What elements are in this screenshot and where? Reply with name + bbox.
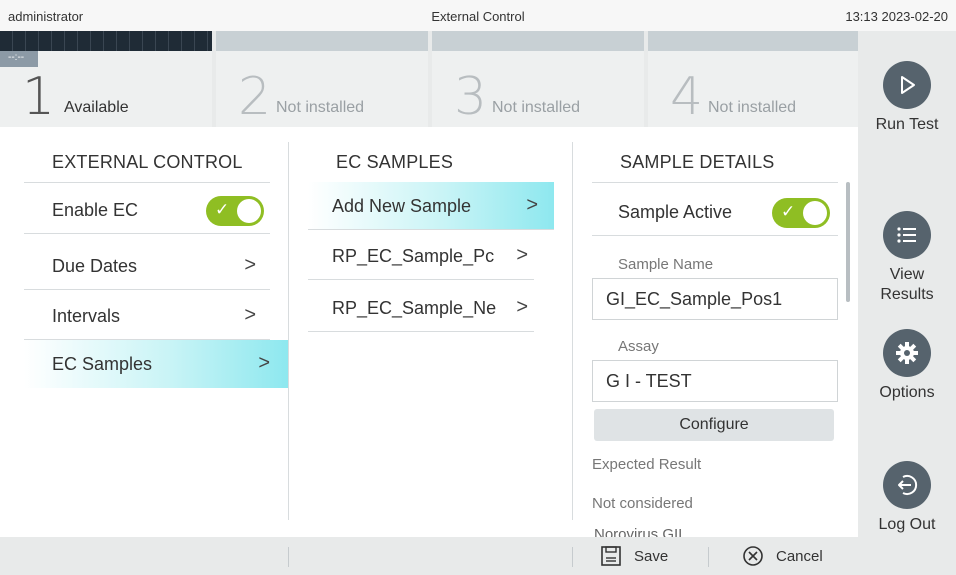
check-icon: ✓ [781,202,796,221]
gear-icon [883,329,931,377]
configure-button[interactable]: Configure [594,409,834,441]
options-label: Options [879,384,935,401]
cutoff-text: Norovirus GII [594,528,683,537]
enable-ec-label: Enable EC [52,200,139,220]
module-1-status: Available [64,99,129,116]
due-dates-row[interactable]: Due Dates > [24,242,270,290]
due-dates-label: Due Dates [52,256,138,276]
module-2-number: 2 [238,67,272,127]
external-control-title: EXTERNAL CONTROL [52,152,243,172]
module-3-strip [432,31,644,51]
sample-row[interactable]: RP_EC_Sample_Pc > [308,232,534,280]
options-button[interactable]: Options [858,329,956,403]
top-bar: administrator External Control 13:13 202… [0,0,956,31]
add-new-sample-label: Add New Sample [332,196,472,216]
log-out-icon [883,461,931,509]
module-2-tab[interactable]: 2 Not installed [216,31,428,127]
run-test-button[interactable]: Run Test [858,61,956,135]
expected-result-value: Not considered [592,495,693,512]
datetime: 13:13 2023-02-20 [845,9,948,24]
cancel-button[interactable]: Cancel [742,537,823,575]
sample-name-field[interactable]: GI_EC_Sample_Pos1 [592,278,838,320]
assay-field[interactable]: G I - TEST [592,360,838,402]
enable-ec-toggle[interactable]: ✓ [206,196,264,226]
module-4-strip [648,31,860,51]
module-2-strip [216,31,428,51]
module-3-status: Not installed [492,99,581,116]
sample-active-row: Sample Active ✓ [592,188,838,236]
enable-ec-row[interactable]: Enable EC ✓ [24,186,270,234]
chevron-right-icon: > [258,352,270,374]
module-4-tab[interactable]: 4 Not installed [648,31,860,127]
title-underline [592,182,838,183]
play-icon [883,61,931,109]
sample-row[interactable]: RP_EC_Sample_Ne > [308,284,534,332]
view-results-button[interactable]: View Results [858,211,956,305]
cutoff-row: Norovirus GII [594,528,834,537]
column-divider [572,142,573,520]
bottom-divider [572,547,573,567]
sample-label: RP_EC_Sample_Ne [332,298,497,318]
bottom-bar: Save Cancel [0,537,858,575]
sample-name-label: Sample Name [618,256,714,273]
ec-samples-title: EC SAMPLES [336,152,454,172]
check-icon: ✓ [215,200,230,219]
save-button[interactable]: Save [600,537,668,575]
module-4-number: 4 [670,67,704,127]
chevron-right-icon: > [516,296,528,318]
title-underline [24,182,270,183]
module-3-number: 3 [454,67,488,127]
add-new-sample-row[interactable]: Add New Sample > [308,182,554,230]
expected-result-label: Expected Result [592,456,702,473]
module-1-timer: --:-- [0,51,38,67]
sample-details-title: SAMPLE DETAILS [620,152,775,172]
module-bar: --:-- 1 Available 2 Not installed 3 Not … [0,31,860,127]
column-divider [288,142,289,520]
cancel-icon [742,545,764,567]
chevron-right-icon: > [244,304,256,326]
cancel-label: Cancel [776,547,823,565]
bottom-divider [288,547,289,567]
scrollbar[interactable] [846,182,850,302]
sample-label: RP_EC_Sample_Pc [332,246,495,266]
module-2-status: Not installed [276,99,365,116]
module-1-tab[interactable]: --:-- 1 Available [0,31,212,127]
assay-label: Assay [618,338,659,355]
view-results-label: View Results [880,266,934,303]
ec-samples-row[interactable]: EC Samples > [24,340,288,388]
module-4-status: Not installed [708,99,797,116]
module-1-progress-strip [0,31,212,51]
ec-samples-label: EC Samples [52,354,153,374]
run-test-label: Run Test [875,116,939,133]
intervals-label: Intervals [52,306,121,326]
sample-active-label: Sample Active [618,202,733,222]
log-out-label: Log Out [878,516,936,533]
screen-title: External Control [431,9,525,24]
bottom-divider [708,547,709,567]
chevron-right-icon: > [516,244,528,266]
module-3-tab[interactable]: 3 Not installed [432,31,644,127]
chevron-right-icon: > [526,194,538,216]
save-icon [600,545,622,567]
intervals-row[interactable]: Intervals > [24,292,270,340]
log-out-button[interactable]: Log Out [858,461,956,535]
right-sidebar: Run Test View Results Options Log Out [858,31,956,575]
chevron-right-icon: > [244,254,256,276]
save-label: Save [634,547,669,565]
sample-active-toggle[interactable]: ✓ [772,198,830,228]
module-1-number: 1 [22,67,56,127]
list-icon [883,211,931,259]
